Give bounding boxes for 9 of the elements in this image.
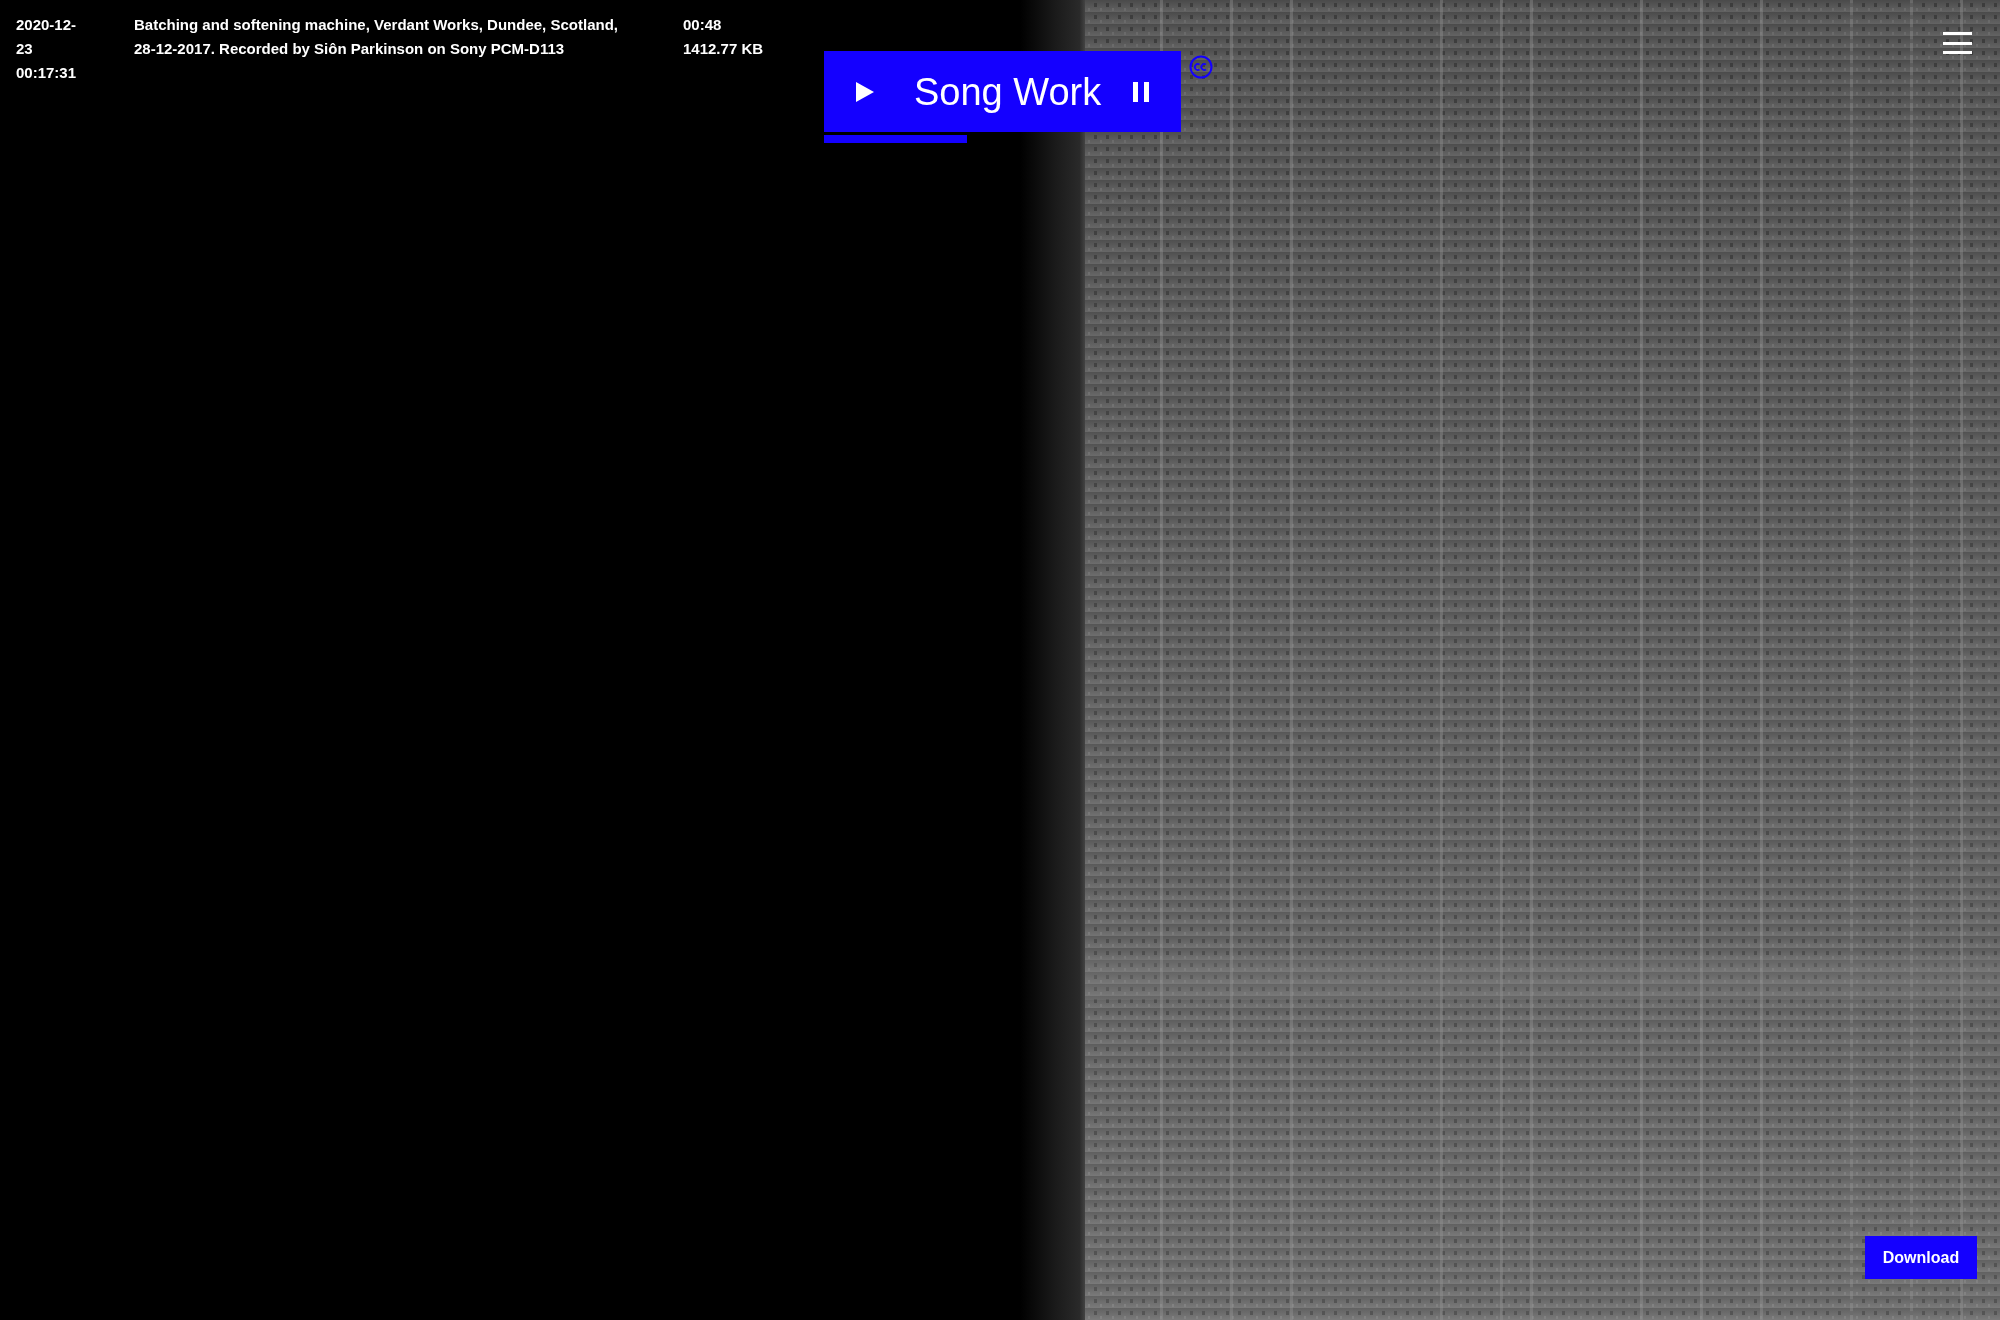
play-icon[interactable] xyxy=(856,81,874,102)
recording-date: 2020-12-23 00:17:31 xyxy=(16,15,78,83)
download-button[interactable]: Download xyxy=(1865,1236,1977,1279)
track-title: Song Work xyxy=(914,72,1102,111)
recording-description: Batching and softening machine, Verdant Works, Dundee, Scotland, 28-12-2017. Recorded by Siôn Parkinson on Sony PCM-D113 xyxy=(134,15,619,59)
menu-icon[interactable] xyxy=(1943,32,1972,54)
file-size: 1412.77 KB xyxy=(683,39,765,59)
pause-icon[interactable] xyxy=(1133,81,1149,102)
recording-duration: 00:48 xyxy=(683,15,723,35)
